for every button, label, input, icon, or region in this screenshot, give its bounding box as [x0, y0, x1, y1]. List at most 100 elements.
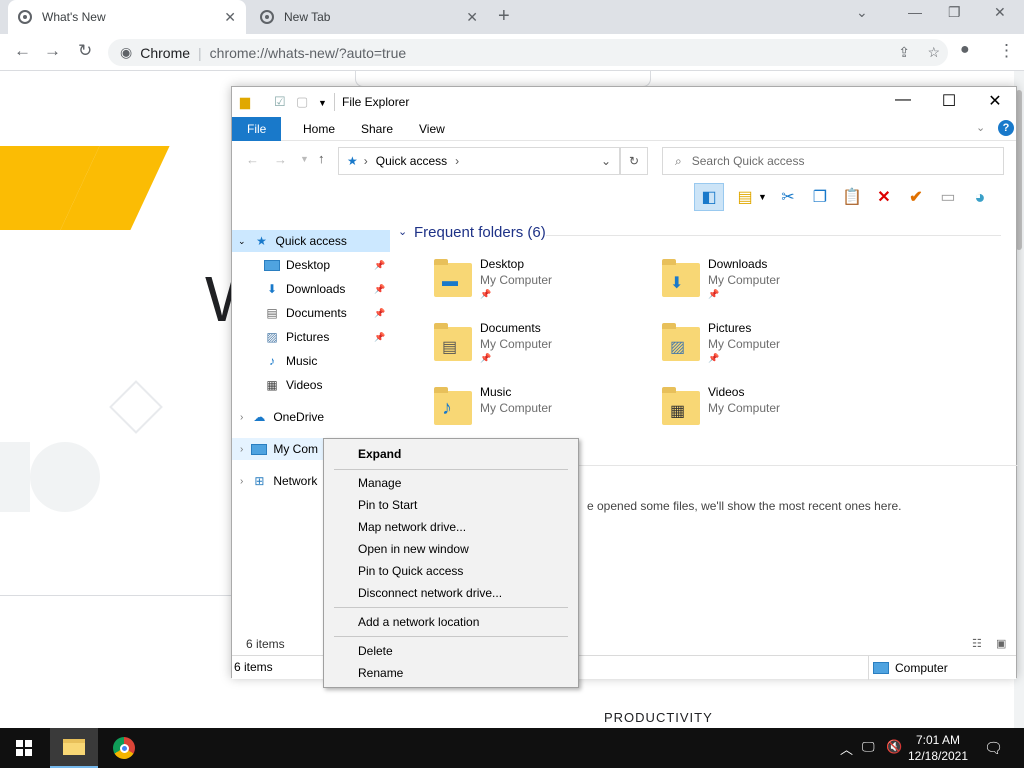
menu-item-manage[interactable]: Manage [358, 476, 401, 490]
close-tab-icon[interactable]: ✕ [224, 9, 236, 26]
breadcrumb-chevron-icon[interactable]: › [364, 154, 368, 168]
properties-icon[interactable]: ▤ [734, 186, 756, 208]
nav-network[interactable]: › ⊞ Network [240, 470, 317, 492]
nav-label: Documents [286, 306, 347, 320]
globe-shell-icon[interactable]: ◕ [969, 186, 991, 208]
close-tab-icon[interactable]: ✕ [466, 9, 478, 26]
share-icon[interactable]: ⇪ [898, 44, 910, 61]
close-window-icon[interactable]: ✕ [994, 4, 1006, 21]
expand-chevron-icon[interactable]: › [240, 412, 243, 423]
expand-chevron-icon[interactable]: › [240, 476, 243, 487]
nav-my-computer[interactable]: › My Com [232, 438, 324, 460]
new-tab-button[interactable]: + [498, 5, 510, 28]
nav-item-pictures[interactable]: ▨ Pictures [264, 326, 329, 348]
refresh-icon[interactable]: ↻ [620, 147, 648, 175]
site-info-icon[interactable]: ◉ [120, 44, 132, 61]
customize-toolbar-chevron-icon[interactable]: ▼ [318, 98, 327, 108]
folder-name: Downloads [708, 257, 768, 271]
notification-center-icon[interactable]: 🗨 [984, 739, 1003, 757]
volume-muted-icon[interactable]: 🔇 [886, 739, 902, 755]
menu-item-pin-to-quick-access[interactable]: Pin to Quick access [358, 564, 463, 578]
delete-x-icon[interactable]: ✕ [873, 186, 895, 208]
nav-quick-access[interactable]: ⌄ ★ Quick access [232, 230, 390, 252]
menu-item-delete[interactable]: Delete [358, 644, 393, 658]
maximize-icon[interactable]: ☐ [926, 91, 972, 111]
reload-icon[interactable]: ↻ [78, 41, 92, 61]
address-box[interactable]: ★ › Quick access › ⌄ [338, 147, 620, 175]
tab-home[interactable]: Home [288, 117, 350, 141]
system-clock[interactable]: 7:01 AM 12/18/2021 [906, 732, 970, 764]
properties-icon[interactable]: ☑ [274, 94, 286, 110]
forward-arrow-icon[interactable]: → [44, 41, 61, 61]
cut-scissors-icon[interactable]: ✂ [777, 186, 799, 208]
taskbar-chrome[interactable] [100, 728, 148, 768]
expand-chevron-icon[interactable]: › [240, 444, 243, 455]
up-arrow-icon[interactable]: ↑ [318, 151, 325, 166]
status-location: Computer [868, 656, 1018, 680]
collapse-chevron-icon[interactable]: ⌄ [238, 236, 246, 247]
menu-item-expand[interactable]: Expand [358, 447, 401, 461]
tab-share[interactable]: Share [346, 117, 408, 141]
tab-whats-new[interactable]: What's New ✕ [8, 0, 246, 34]
tab-view[interactable]: View [404, 117, 460, 141]
menu-item-rename[interactable]: Rename [358, 666, 403, 680]
address-bar[interactable]: ◉ Chrome | chrome://whats-new/?auto=true… [108, 39, 948, 66]
network-status-icon[interactable]: 🖵 [862, 739, 875, 755]
folder-tile-music[interactable]: ♪ Music My Computer [434, 385, 634, 441]
nav-item-desktop[interactable]: Desktop [264, 254, 330, 276]
restore-icon[interactable]: ❐ [948, 4, 961, 21]
decor-gray-rect [0, 442, 30, 512]
rename-field-icon[interactable]: ▭ [937, 186, 959, 208]
folder-tile-documents[interactable]: ▤ Documents My Computer 📌 [434, 321, 634, 377]
large-icons-view-icon[interactable]: ▣ [996, 637, 1006, 650]
bookmark-star-icon[interactable]: ☆ [927, 44, 940, 61]
tray-chevron-up-icon[interactable]: ︿ [840, 739, 853, 758]
new-folder-icon[interactable]: ▢ [296, 94, 308, 110]
nav-item-music[interactable]: ♪ Music [264, 350, 317, 372]
help-icon[interactable]: ? [998, 120, 1014, 136]
folder-name: Videos [708, 385, 745, 399]
start-windows-icon[interactable] [16, 740, 32, 756]
breadcrumb-quick-access[interactable]: Quick access [376, 154, 447, 168]
frequent-folders-header[interactable]: Frequent folders (6) [414, 224, 546, 241]
menu-item-disconnect-network-drive[interactable]: Disconnect network drive... [358, 586, 502, 600]
address-dropdown-chevron-icon[interactable]: ⌄ [601, 154, 611, 168]
taskbar-file-explorer[interactable] [50, 728, 98, 768]
folder-tile-pictures[interactable]: ▨ Pictures My Computer 📌 [662, 321, 862, 377]
forward-arrow-icon[interactable]: → [274, 152, 287, 167]
menu-item-open-new-window[interactable]: Open in new window [358, 542, 469, 556]
back-arrow-icon[interactable]: ← [14, 41, 31, 61]
folder-tile-desktop[interactable]: ▬ Desktop My Computer 📌 [434, 257, 634, 313]
nav-item-videos[interactable]: ▦ Videos [264, 374, 322, 396]
recent-locations-chevron-icon[interactable]: ▼ [300, 154, 309, 164]
nav-item-documents[interactable]: ▤ Documents [264, 302, 347, 324]
menu-item-pin-to-start[interactable]: Pin to Start [358, 498, 417, 512]
folder-tile-videos[interactable]: ▦ Videos My Computer [662, 385, 862, 441]
nav-item-downloads[interactable]: ⬇ Downloads [264, 278, 345, 300]
details-view-icon[interactable]: ☷ [972, 637, 982, 650]
tab-file[interactable]: File [232, 117, 282, 141]
search-input[interactable]: ⌕ Search Quick access [662, 147, 1004, 175]
menu-kebab-icon[interactable]: ⋮ [998, 41, 1015, 61]
tab-search-chevron-icon[interactable]: ⌄ [856, 4, 868, 21]
copy-icon[interactable]: ❐ [809, 186, 831, 208]
back-arrow-icon[interactable]: ← [246, 152, 259, 167]
profile-avatar-icon[interactable]: ● [960, 41, 970, 59]
expand-ribbon-chevron-icon[interactable]: ⌄ [976, 121, 985, 134]
section-collapse-chevron-icon[interactable]: ⌄ [398, 225, 407, 238]
preview-pane-icon[interactable]: ◧ [694, 183, 724, 211]
menu-item-add-network-location[interactable]: Add a network location [358, 615, 479, 629]
section-divider [546, 235, 1001, 236]
nav-onedrive[interactable]: › ☁ OneDrive [240, 406, 324, 428]
paste-clipboard-icon[interactable]: 📋 [841, 186, 863, 208]
tab-new-tab[interactable]: New Tab ✕ [250, 0, 488, 34]
breadcrumb-chevron-icon[interactable]: › [455, 154, 459, 168]
dropdown-chevron-icon[interactable]: ▼ [758, 192, 767, 202]
folder-tile-downloads[interactable]: ⬇ Downloads My Computer 📌 [662, 257, 862, 313]
minimize-icon[interactable]: — [908, 4, 922, 20]
menu-item-map-network-drive[interactable]: Map network drive... [358, 520, 466, 534]
film-icon: ▦ [266, 378, 278, 392]
checkmark-icon[interactable]: ✔ [905, 186, 927, 208]
minimize-icon[interactable]: — [880, 91, 926, 109]
close-icon[interactable]: ✕ [972, 91, 1018, 111]
